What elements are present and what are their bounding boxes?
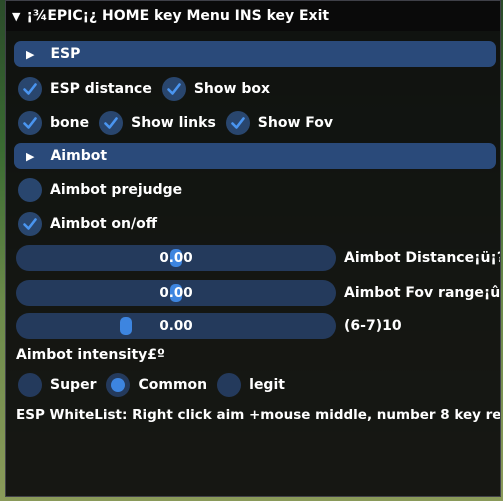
collapse-arrow-icon[interactable]: ▼ — [12, 10, 20, 23]
aimbot-fov-row: 0.00 Aimbot Fov range¡û — [16, 279, 500, 307]
show-box-checkbox[interactable]: Show box — [161, 77, 270, 101]
aimbot-distance-row: 0.00 Aimbot Distance¡ü¡? — [16, 244, 501, 272]
aimbot-distance-slider[interactable]: 0.00 — [16, 245, 336, 271]
intensity-super-radio[interactable]: Super — [18, 373, 96, 397]
radio-circle — [106, 373, 131, 397]
esp-options-row-2: bone Show links Show Fov — [18, 109, 343, 137]
radio-circle — [18, 373, 42, 397]
esp-distance-label: ESP distance — [50, 81, 152, 97]
window-title: ¡¾EPIC¡¿ HOME key Menu INS key Exit — [26, 8, 330, 24]
bone-label: bone — [50, 115, 90, 131]
checkmark-icon — [225, 111, 250, 135]
checkmark-icon — [18, 111, 42, 135]
checkmark-icon — [99, 111, 124, 135]
aimbot-onoff-row: Aimbot on/off — [18, 210, 167, 238]
aimbot-intensity-heading-row: Aimbot intensity£º — [16, 341, 165, 369]
aimbot-prejudge-label: Aimbot prejudge — [50, 182, 183, 198]
checkmark-icon — [161, 77, 186, 101]
intensity-option-label: Super — [50, 377, 97, 393]
aimbot-section-label: Aimbot — [50, 148, 108, 164]
checkbox-frame — [18, 178, 42, 202]
checkmark-icon — [18, 212, 42, 236]
aimbot-fov-label: Aimbot Fov range¡û — [344, 285, 501, 301]
slider-value: 0.00 — [159, 318, 193, 334]
show-links-checkbox[interactable]: Show links — [99, 111, 216, 135]
smooth-row: 0.00 (6-7)10 — [16, 312, 402, 340]
show-fov-checkbox[interactable]: Show Fov — [225, 111, 334, 135]
aimbot-onoff-checkbox[interactable]: Aimbot on/off — [18, 212, 157, 236]
expand-arrow-icon: ▶ — [26, 47, 35, 61]
aimbot-distance-label: Aimbot Distance¡ü¡? — [344, 250, 501, 266]
intensity-option-label: legit — [249, 377, 285, 393]
aimbot-intensity-options: Super Common legit — [18, 371, 295, 399]
aimbot-intensity-label: Aimbot intensity£º — [16, 347, 165, 363]
slider-value: 0.00 — [159, 285, 193, 301]
aimbot-prejudge-checkbox[interactable]: Aimbot prejudge — [18, 178, 182, 202]
esp-section-header[interactable]: ▶ ESP — [14, 41, 496, 67]
esp-options-row-1: ESP distance Show box — [18, 75, 280, 103]
aimbot-fov-slider[interactable]: 0.00 — [16, 280, 336, 306]
smooth-slider[interactable]: 0.00 — [16, 313, 336, 339]
aimbot-section-header[interactable]: ▶ Aimbot — [14, 143, 496, 169]
slider-value: 0.00 — [159, 250, 193, 266]
show-fov-label: Show Fov — [257, 115, 334, 131]
intensity-common-radio[interactable]: Common — [106, 373, 207, 397]
show-box-label: Show box — [193, 81, 270, 97]
radio-selected-dot — [111, 378, 126, 392]
bone-checkbox[interactable]: bone — [18, 111, 89, 135]
expand-arrow-icon: ▶ — [26, 149, 35, 163]
show-links-label: Show links — [131, 115, 216, 131]
intensity-legit-radio[interactable]: legit — [217, 373, 285, 397]
intensity-option-label: Common — [138, 377, 208, 393]
radio-circle — [217, 373, 242, 397]
smooth-label: (6-7)10 — [344, 318, 402, 334]
esp-whitelist-text: ESP WhiteList: Right click aim +mouse mi… — [16, 407, 501, 423]
checkmark-icon — [18, 77, 42, 101]
menu-window: ▼ ¡¾EPIC¡¿ HOME key Menu INS key Exit ▶ … — [5, 0, 501, 497]
title-bar[interactable]: ▼ ¡¾EPIC¡¿ HOME key Menu INS key Exit — [6, 1, 500, 31]
esp-distance-checkbox[interactable]: ESP distance — [18, 77, 152, 101]
aimbot-onoff-label: Aimbot on/off — [50, 216, 158, 232]
aimbot-prejudge-row: Aimbot prejudge — [18, 176, 192, 204]
esp-section-label: ESP — [50, 46, 81, 62]
